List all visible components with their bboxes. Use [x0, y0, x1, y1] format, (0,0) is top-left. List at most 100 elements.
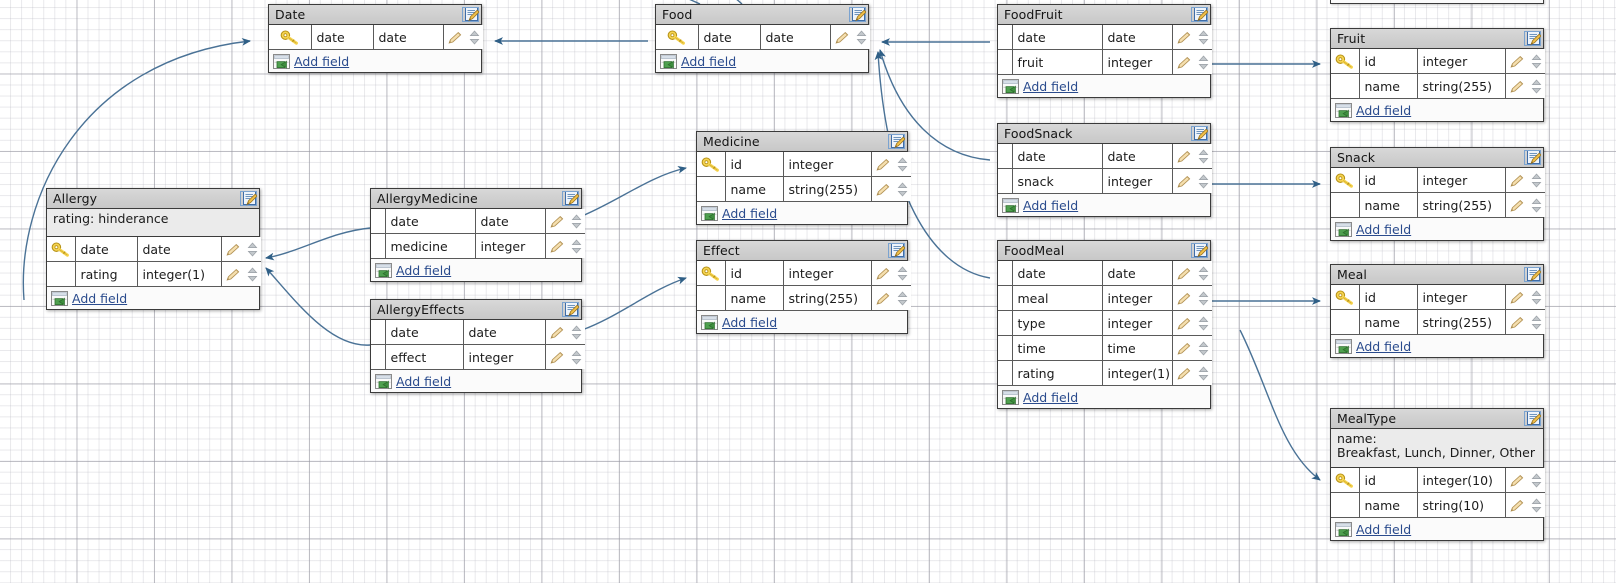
add-field-icon[interactable]: [660, 53, 677, 69]
field-row[interactable]: date date: [998, 144, 1212, 169]
field-reorder-cell[interactable]: [1527, 468, 1545, 493]
field-row[interactable]: id integer: [697, 261, 911, 286]
field-row[interactable]: id integer: [697, 152, 911, 177]
field-row[interactable]: date date: [656, 25, 870, 49]
edit-pencil-icon[interactable]: [1176, 175, 1191, 189]
note-edit-icon[interactable]: [562, 191, 579, 206]
field-edit-cell[interactable]: [221, 237, 243, 262]
entity-foodsnack[interactable]: FoodSnack date date snack integer Add field: [997, 123, 1212, 217]
entity-header-food[interactable]: Food: [656, 5, 868, 25]
add-field-row-fruit[interactable]: Add field: [1331, 98, 1543, 121]
field-edit-cell[interactable]: [545, 320, 567, 345]
field-row[interactable]: medicine integer: [371, 233, 585, 258]
edit-pencil-icon[interactable]: [1176, 56, 1191, 70]
add-field-link[interactable]: Add field: [1023, 79, 1078, 94]
field-row[interactable]: snack integer: [998, 168, 1212, 193]
reorder-spinner-icon[interactable]: [897, 182, 908, 197]
field-reorder-cell[interactable]: [1527, 192, 1545, 217]
field-row[interactable]: id integer: [1331, 168, 1545, 193]
entity-header-foodmeal[interactable]: FoodMeal: [998, 241, 1210, 261]
field-reorder-cell[interactable]: [567, 209, 585, 234]
field-row[interactable]: effect integer: [371, 344, 585, 369]
field-reorder-cell[interactable]: [1527, 49, 1545, 74]
diagram-canvas[interactable]: Date date date Add field Food date date Add fie…: [0, 0, 1616, 583]
add-field-icon[interactable]: [375, 262, 392, 278]
note-edit-icon[interactable]: [1524, 411, 1541, 426]
reorder-spinner-icon[interactable]: [897, 157, 908, 172]
add-field-row-allergy[interactable]: Add field: [47, 286, 259, 309]
entity-food[interactable]: Food date date Add field: [655, 4, 870, 73]
add-field-icon[interactable]: [1335, 521, 1352, 537]
add-field-row-mealtype[interactable]: Add field: [1331, 517, 1543, 540]
field-row[interactable]: name string(255): [1331, 309, 1545, 334]
field-reorder-cell[interactable]: [567, 233, 585, 258]
field-edit-cell[interactable]: [1172, 168, 1194, 193]
note-edit-icon[interactable]: [1191, 126, 1208, 141]
field-reorder-cell[interactable]: [1194, 285, 1212, 311]
field-edit-cell[interactable]: [830, 25, 852, 49]
reorder-spinner-icon[interactable]: [1198, 266, 1209, 281]
field-reorder-cell[interactable]: [1194, 310, 1212, 336]
entity-fruit[interactable]: Fruit id integer name string(255) Add field: [1330, 28, 1545, 122]
entity-header-allergy[interactable]: Allergy: [47, 189, 259, 209]
field-edit-cell[interactable]: [1172, 144, 1194, 169]
field-edit-cell[interactable]: [1505, 285, 1527, 310]
add-field-icon[interactable]: [701, 205, 718, 221]
field-reorder-cell[interactable]: [893, 176, 911, 201]
field-edit-cell[interactable]: [545, 209, 567, 234]
reorder-spinner-icon[interactable]: [1531, 498, 1542, 513]
add-field-row-allergymedicine[interactable]: Add field: [371, 258, 581, 281]
field-row[interactable]: name string(255): [697, 176, 911, 201]
reorder-spinner-icon[interactable]: [1198, 341, 1209, 356]
field-reorder-cell[interactable]: [1194, 49, 1212, 74]
reorder-spinner-icon[interactable]: [1531, 79, 1542, 94]
add-field-row-medicine[interactable]: Add field: [697, 201, 907, 224]
field-edit-cell[interactable]: [1505, 168, 1527, 193]
field-row[interactable]: meal integer: [998, 285, 1212, 311]
field-reorder-cell[interactable]: [1527, 492, 1545, 517]
entity-allergy[interactable]: Allergy rating: hinderance date date rating i…: [46, 188, 261, 310]
edit-pencil-icon[interactable]: [1176, 342, 1191, 356]
reorder-spinner-icon[interactable]: [1531, 290, 1542, 305]
field-edit-cell[interactable]: [545, 344, 567, 369]
note-edit-icon[interactable]: [1191, 243, 1208, 258]
edit-pencil-icon[interactable]: [1176, 31, 1191, 45]
field-reorder-cell[interactable]: [1194, 144, 1212, 169]
add-field-link[interactable]: Add field: [1023, 198, 1078, 213]
field-edit-cell[interactable]: [443, 25, 465, 49]
edit-pencil-icon[interactable]: [1176, 267, 1191, 281]
field-row[interactable]: name string(255): [697, 285, 911, 310]
add-field-link[interactable]: Add field: [1356, 222, 1411, 237]
add-field-icon[interactable]: [1002, 197, 1019, 213]
edit-pencil-icon[interactable]: [549, 215, 564, 229]
note-edit-icon[interactable]: [1524, 267, 1541, 282]
field-reorder-cell[interactable]: [1527, 168, 1545, 193]
edit-pencil-icon[interactable]: [1509, 499, 1524, 513]
note-edit-icon[interactable]: [1524, 150, 1541, 165]
reorder-spinner-icon[interactable]: [247, 242, 258, 257]
field-row[interactable]: id integer: [1331, 285, 1545, 310]
edit-pencil-icon[interactable]: [875, 292, 890, 306]
entity-header-allergyeffects[interactable]: AllergyEffects: [371, 300, 581, 320]
reorder-spinner-icon[interactable]: [469, 30, 480, 45]
field-reorder-cell[interactable]: [1527, 285, 1545, 310]
entity-mealtype[interactable]: MealType name: Breakfast, Lunch, Dinner, …: [1330, 408, 1545, 541]
reorder-spinner-icon[interactable]: [1198, 291, 1209, 306]
reorder-spinner-icon[interactable]: [1531, 315, 1542, 330]
add-field-link[interactable]: Add field: [72, 291, 127, 306]
field-row[interactable]: rating integer(1): [47, 261, 261, 286]
add-field-icon[interactable]: [1002, 78, 1019, 94]
edit-pencil-icon[interactable]: [1509, 80, 1524, 94]
field-edit-cell[interactable]: [545, 233, 567, 258]
field-row[interactable]: fruit integer: [998, 49, 1212, 74]
field-row[interactable]: id integer: [1331, 49, 1545, 74]
add-field-link[interactable]: Add field: [722, 315, 777, 330]
add-field-row-date[interactable]: Add field: [269, 49, 481, 72]
field-reorder-cell[interactable]: [1527, 309, 1545, 334]
entity-effect[interactable]: Effect id integer name string(255) Add field: [696, 240, 911, 334]
reorder-spinner-icon[interactable]: [247, 267, 258, 282]
field-reorder-cell[interactable]: [465, 25, 483, 49]
note-edit-icon[interactable]: [462, 7, 479, 22]
add-field-row-meal[interactable]: Add field: [1331, 334, 1543, 357]
field-reorder-cell[interactable]: [567, 320, 585, 345]
